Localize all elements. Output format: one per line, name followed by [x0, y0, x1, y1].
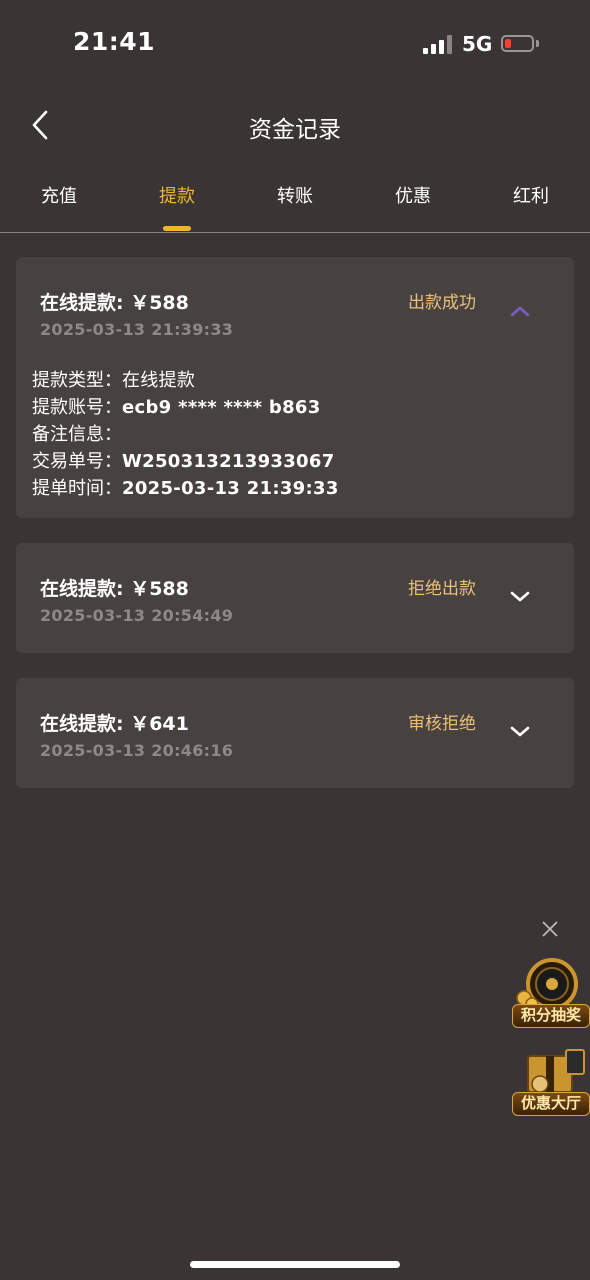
signal-strength-icon — [423, 35, 453, 54]
record-status: 出款成功 — [408, 293, 476, 313]
record-details: 提款类型：在线提款 提款账号：ecb9 **** **** b863 备注信息：… — [32, 367, 339, 502]
detail-value: ecb9 **** **** b863 — [122, 397, 321, 418]
detail-row: 提款账号：ecb9 **** **** b863 — [32, 394, 339, 421]
tab-transfer[interactable]: 转账 — [236, 182, 354, 208]
chevron-down-icon — [510, 726, 530, 737]
tab-withdraw[interactable]: 提款 — [118, 182, 236, 208]
detail-label: 提单时间： — [32, 478, 122, 499]
collapse-toggle[interactable] — [506, 301, 534, 321]
record-card[interactable]: 在线提款: ￥588 2025-03-13 20:54:49 拒绝出款 — [16, 543, 574, 653]
record-time: 2025-03-13 20:46:16 — [40, 741, 234, 760]
status-bar: 21:41 5G — [0, 0, 590, 88]
promo-hall-label: 优惠大厅 — [512, 1092, 590, 1116]
tab-deposit[interactable]: 充值 — [0, 182, 118, 208]
network-type: 5G — [462, 32, 493, 56]
detail-value: 在线提款 — [122, 370, 196, 391]
expand-toggle[interactable] — [506, 722, 534, 742]
close-icon — [542, 921, 558, 937]
detail-value: 2025-03-13 21:39:33 — [122, 478, 339, 499]
detail-label: 交易单号： — [32, 451, 122, 472]
page-title: 资金记录 — [249, 117, 341, 143]
detail-row: 提单时间：2025-03-13 21:39:33 — [32, 475, 339, 502]
detail-row: 提款类型：在线提款 — [32, 367, 339, 394]
tab-bonus[interactable]: 红利 — [472, 182, 590, 208]
detail-label: 提款类型： — [32, 370, 122, 391]
record-card[interactable]: 在线提款: ￥641 2025-03-13 20:46:16 审核拒绝 — [16, 678, 574, 788]
record-title: 在线提款: ￥641 — [40, 713, 189, 735]
tab-bar: 充值 提款 转账 优惠 红利 — [0, 170, 590, 233]
detail-row: 交易单号：W250313213933067 — [32, 448, 339, 475]
home-indicator[interactable] — [190, 1261, 400, 1268]
record-time: 2025-03-13 20:54:49 — [40, 606, 234, 625]
tab-promotion[interactable]: 优惠 — [354, 182, 472, 208]
promo-hall-widget[interactable]: 优惠大厅 — [510, 1046, 590, 1118]
detail-row: 备注信息： — [32, 421, 339, 448]
points-lottery-label: 积分抽奖 — [512, 1004, 590, 1028]
detail-label: 备注信息： — [32, 424, 122, 445]
record-card[interactable]: 在线提款: ￥588 2025-03-13 21:39:33 出款成功 提款类型… — [16, 257, 574, 518]
points-lottery-widget[interactable]: 积分抽奖 — [510, 958, 590, 1030]
chevron-up-icon — [510, 306, 530, 317]
record-status: 审核拒绝 — [408, 714, 476, 734]
status-time: 21:41 — [73, 27, 156, 56]
detail-label: 提款账号： — [32, 397, 122, 418]
expand-toggle[interactable] — [506, 587, 534, 607]
record-time: 2025-03-13 21:39:33 — [40, 320, 234, 339]
record-title: 在线提款: ￥588 — [40, 292, 189, 314]
record-title: 在线提款: ￥588 — [40, 578, 189, 600]
record-status: 拒绝出款 — [408, 579, 476, 599]
active-tab-indicator — [163, 226, 191, 231]
close-floating-button[interactable] — [540, 919, 560, 939]
detail-value[interactable]: W250313213933067 — [122, 451, 335, 472]
battery-icon — [501, 35, 534, 52]
chevron-down-icon — [510, 591, 530, 602]
